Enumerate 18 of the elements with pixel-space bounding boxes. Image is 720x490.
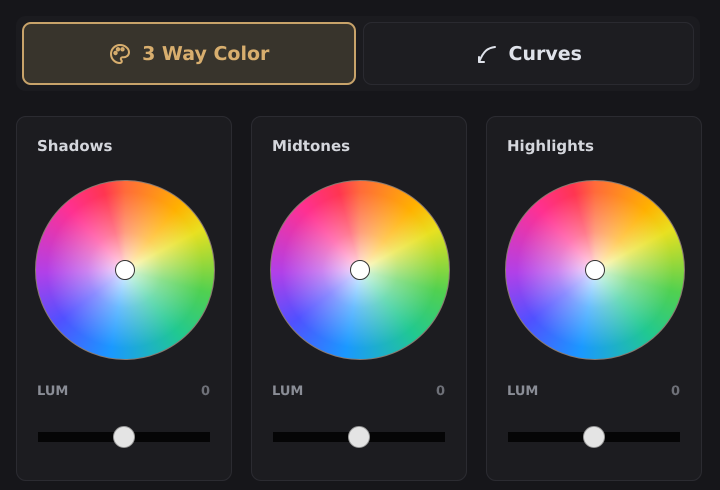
slider-label: LUM [507,384,538,399]
slider-thumb[interactable] [348,426,370,448]
slider-value: 0 [436,384,445,399]
wheel-handle[interactable] [585,260,605,280]
wheel-handle[interactable] [350,260,370,280]
slider-label: LUM [37,384,68,399]
wheel-handle[interactable] [115,260,135,280]
slider-value: 0 [670,384,680,399]
panel-title: Midtones [272,137,352,157]
palette-icon [108,42,132,66]
tab[interactable]: Curves [362,22,694,85]
slider-value: 0 [200,384,210,399]
tab[interactable]: 3 Way Color [22,22,356,85]
slider-label: LUM [272,384,304,399]
panel-title: Highlights [507,137,595,157]
slider-thumb[interactable] [113,426,135,448]
panel-title: Shadows [37,137,114,157]
slider-thumb[interactable] [583,426,605,448]
